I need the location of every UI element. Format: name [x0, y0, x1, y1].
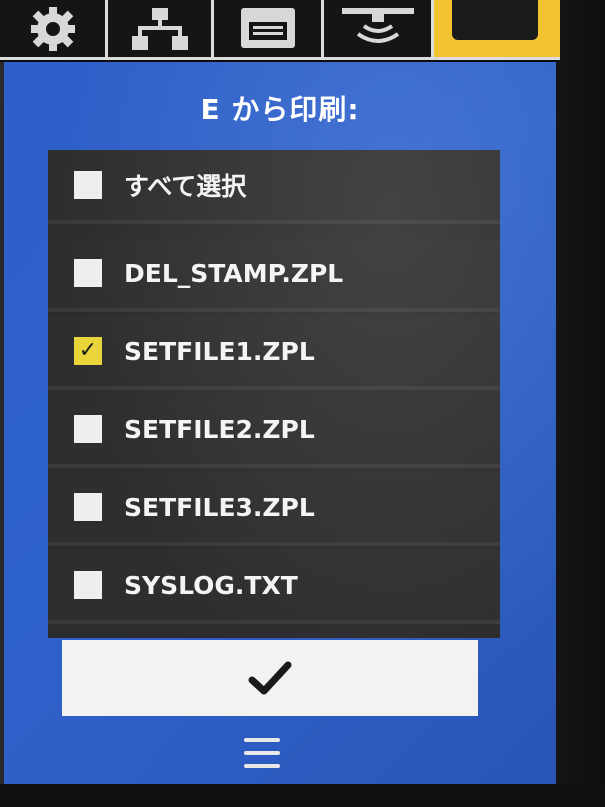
list-item[interactable]: SYSLOG.TXT: [48, 550, 500, 624]
tab-sensor[interactable]: [324, 0, 434, 60]
checkbox[interactable]: [74, 259, 102, 287]
list-item[interactable]: SETFILE2.ZPL: [48, 394, 500, 468]
tab-network[interactable]: [108, 0, 214, 60]
printer-icon: [240, 7, 295, 48]
checkbox-checked[interactable]: ✓: [74, 337, 102, 365]
print-screen: E から印刷: すべて選択 DEL_STAMP.ZPL ✓ SETFILE1.Z…: [4, 62, 556, 784]
list-item-label: SETFILE2.ZPL: [124, 414, 315, 444]
checkbox[interactable]: [74, 171, 102, 199]
gear-icon: [30, 6, 75, 51]
list-item-label: DEL_STAMP.ZPL: [124, 258, 344, 288]
confirm-button[interactable]: [62, 640, 478, 716]
checkmark-icon: [248, 661, 292, 695]
list-item[interactable]: SETFILE3.ZPL: [48, 472, 500, 546]
tab-print[interactable]: [214, 0, 324, 60]
list-item[interactable]: ✓ SETFILE1.ZPL: [48, 316, 500, 390]
list-item-label: すべて選択: [124, 172, 247, 201]
bottom-bezel: [0, 784, 605, 807]
checkbox[interactable]: [74, 415, 102, 443]
tab-active[interactable]: [434, 0, 560, 60]
top-tab-bar: [0, 0, 560, 62]
check-mark-icon: ✓: [78, 338, 98, 363]
page-title: E から印刷:: [200, 93, 360, 126]
list-item-label: SETFILE3.ZPL: [124, 492, 315, 522]
list-item[interactable]: DEL_STAMP.ZPL: [48, 238, 500, 312]
sensor-icon: [341, 7, 414, 43]
active-tab-indicator: [452, 0, 538, 40]
list-item-select-all[interactable]: すべて選択: [48, 150, 500, 224]
tab-settings[interactable]: [0, 0, 108, 60]
list-item-label: SETFILE1.ZPL: [124, 336, 315, 366]
menu-icon: [244, 738, 280, 742]
network-icon: [131, 7, 188, 50]
file-list[interactable]: すべて選択 DEL_STAMP.ZPL ✓ SETFILE1.ZPL SETFI…: [48, 150, 500, 638]
list-item-label: SYSLOG.TXT: [124, 570, 298, 600]
menu-button[interactable]: [242, 738, 282, 768]
checkbox[interactable]: [74, 493, 102, 521]
checkbox[interactable]: [74, 571, 102, 599]
